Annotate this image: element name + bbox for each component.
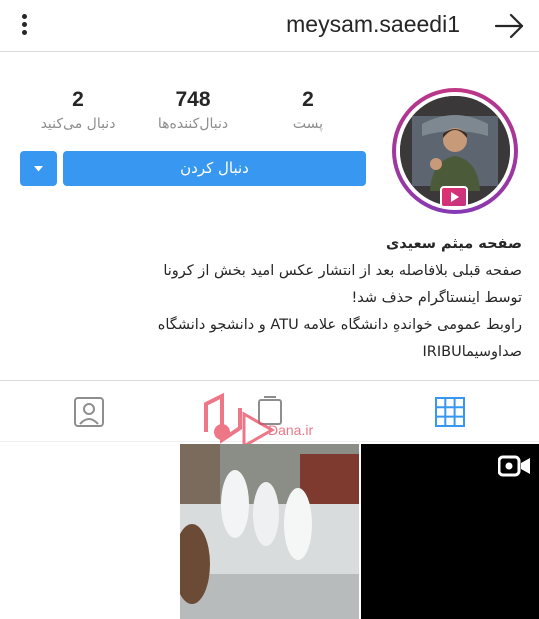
post-photo — [180, 444, 359, 619]
follow-button[interactable]: دنبال کردن — [63, 151, 366, 186]
following-count: 2 — [72, 88, 84, 111]
following-label: دنبال می‌کنید — [40, 116, 116, 132]
grid-icon — [435, 397, 465, 427]
posts-count: 2 — [302, 88, 314, 111]
post-video-thumbnail[interactable] — [361, 444, 539, 619]
bio-display-name: صفحه میثم سعیدی — [385, 236, 522, 252]
posts-label: پست — [292, 116, 324, 132]
arrow-right-icon[interactable] — [491, 8, 527, 44]
suggestions-dropdown-button[interactable] — [20, 151, 57, 186]
profile-username: meysam.saeedi1 — [286, 11, 460, 37]
caret-down-icon — [34, 166, 43, 172]
post-thumbnail[interactable] — [180, 444, 359, 619]
bio-line: صفحه قبلی بلافاصله بعد از انتشار عکس امی… — [163, 263, 522, 279]
bio-line: راوبط عمومی خواندهِ دانشگاه علامه ATU و … — [157, 317, 522, 333]
followers-stat[interactable]: 748 دنبال‌کننده‌ها — [133, 88, 253, 132]
tab-tagged[interactable] — [59, 381, 119, 443]
tab-grid[interactable] — [420, 381, 480, 443]
bio-line: توسط اینستاگرام حذف شد! — [351, 290, 522, 306]
igtv-badge-icon — [440, 186, 468, 208]
watermark-text: Dana.ir — [268, 422, 314, 438]
post-thumbnail-empty — [0, 444, 178, 619]
video-camera-icon — [498, 455, 530, 477]
posts-stat[interactable]: 2 پست — [248, 88, 368, 132]
tagged-person-icon — [74, 397, 104, 427]
followers-count: 748 — [175, 88, 211, 111]
more-options-icon[interactable] — [14, 10, 36, 40]
watermark-logo: Dana.ir — [200, 392, 350, 452]
profile-header: meysam.saeedi1 — [0, 0, 539, 52]
profile-bio: صفحه میثم سعیدی صفحه قبلی بلافاصله بعد ا… — [22, 231, 522, 366]
following-stat[interactable]: 2 دنبال می‌کنید — [18, 88, 138, 132]
followers-label: دنبال‌کننده‌ها — [157, 116, 229, 132]
bio-line: صداوسیماIRIBU — [422, 344, 522, 360]
